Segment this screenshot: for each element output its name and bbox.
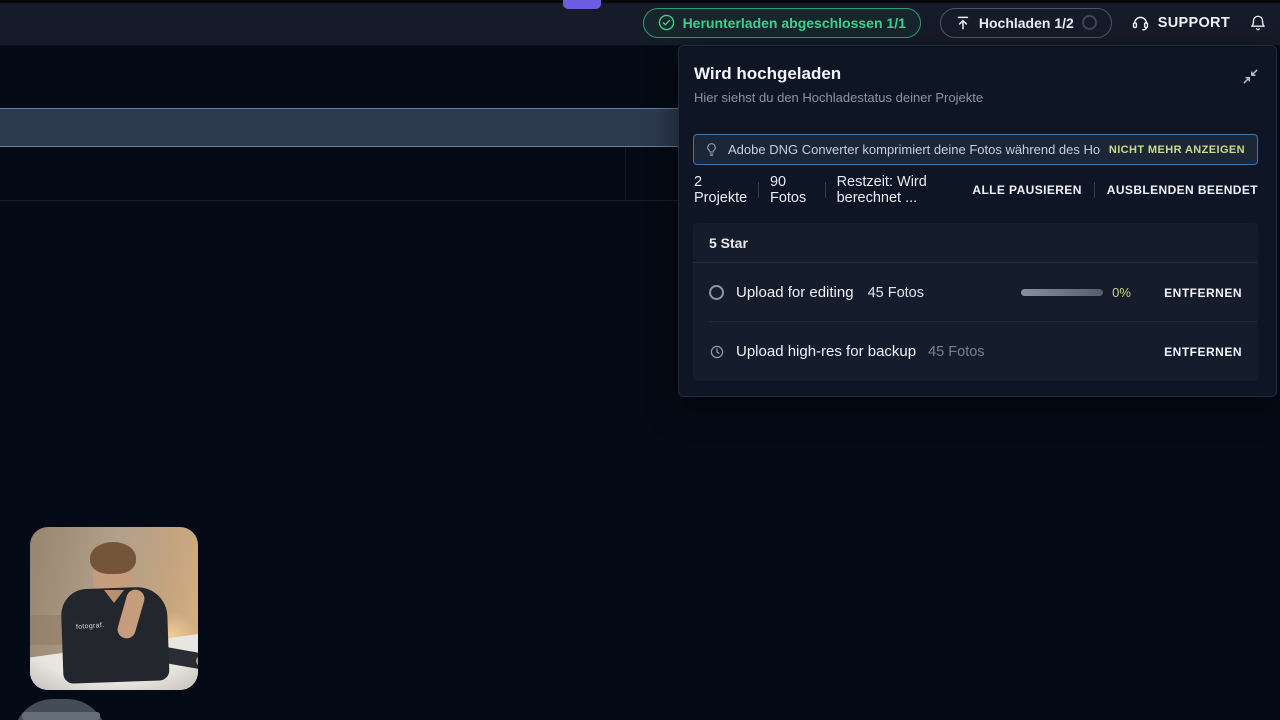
upload-summary-stats: 2 Projekte 90 Fotos Restzeit: Wird berec… — [694, 174, 972, 206]
upload-row-backup: Upload high-res for backup 45 Fotos ENTF… — [693, 322, 1258, 381]
tip-text: Adobe DNG Converter komprimiert deine Fo… — [728, 142, 1100, 157]
notifications-bell-icon[interactable] — [1249, 14, 1267, 32]
upload-name: Upload high-res for backup — [736, 343, 916, 360]
background-column-divider — [625, 147, 626, 201]
support-label: SUPPORT — [1158, 15, 1230, 31]
download-status-pill[interactable]: Herunterladen abgeschlossen 1/1 — [643, 8, 921, 38]
upload-status-label: Hochladen 1/2 — [979, 15, 1074, 31]
upload-photo-count: 45 Fotos — [928, 344, 984, 360]
app-window: Herunterladen abgeschlossen 1/1 Hochlade… — [0, 0, 1280, 720]
remove-upload-button[interactable]: ENTFERNEN — [1164, 345, 1242, 359]
upload-progress-percent: 0% — [1112, 285, 1138, 300]
support-button[interactable]: SUPPORT — [1131, 13, 1230, 32]
upload-status-pill[interactable]: Hochladen 1/2 — [940, 8, 1112, 38]
summary-time-remaining: Restzeit: Wird berechnet ... — [837, 174, 973, 206]
check-circle-icon — [658, 14, 675, 31]
upload-summary-row: 2 Projekte 90 Fotos Restzeit: Wird berec… — [694, 180, 1258, 200]
queued-clock-icon — [709, 344, 725, 360]
collapse-panel-icon[interactable] — [1240, 66, 1260, 86]
tip-banner: Adobe DNG Converter komprimiert deine Fo… — [693, 134, 1258, 165]
tip-dismiss-button[interactable]: NICHT MEHR ANZEIGEN — [1109, 144, 1245, 156]
uploading-spinner-icon — [709, 285, 724, 300]
background-divider — [0, 200, 678, 201]
remove-upload-button[interactable]: ENTFERNEN — [1164, 286, 1242, 300]
upload-name: Upload for editing — [736, 284, 854, 301]
project-group-card: 5 Star Upload for editing 45 Fotos 0% EN… — [693, 223, 1258, 381]
panel-title: Wird hochgeladen — [694, 64, 841, 84]
webcam-overlay: fotograf. — [30, 527, 198, 690]
topbar-actions: Herunterladen abgeschlossen 1/1 Hochlade… — [643, 7, 1267, 38]
separator — [1094, 182, 1095, 198]
headset-icon — [1131, 13, 1150, 32]
active-tab-indicator[interactable] — [563, 0, 601, 9]
upload-row-editing: Upload for editing 45 Fotos 0% ENTFERNEN — [693, 263, 1258, 322]
project-group-name: 5 Star — [693, 223, 1258, 263]
panel-subtitle: Hier siehst du den Hochladestatus deiner… — [694, 90, 983, 105]
separator — [758, 182, 759, 198]
upload-progress-bar — [1021, 289, 1103, 296]
upload-summary-actions: ALLE PAUSIEREN AUSBLENDEN BEENDET — [972, 182, 1258, 198]
upload-arrow-icon — [955, 15, 971, 31]
upload-photo-count: 45 Fotos — [868, 285, 924, 301]
upload-progress-ring-icon — [1082, 15, 1097, 30]
lightbulb-icon — [704, 142, 719, 157]
summary-projects: 2 Projekte — [694, 174, 747, 206]
separator — [825, 182, 826, 198]
upload-status-panel: Wird hochgeladen Hier siehst du den Hoch… — [678, 45, 1277, 397]
chair-back-top — [22, 712, 100, 720]
summary-photos: 90 Fotos — [770, 174, 814, 206]
download-status-label: Herunterladen abgeschlossen 1/1 — [683, 15, 906, 31]
background-selected-row — [0, 108, 678, 147]
webcam-vignette — [30, 527, 198, 690]
hide-finished-button[interactable]: AUSBLENDEN BEENDET — [1107, 183, 1258, 197]
pause-all-button[interactable]: ALLE PAUSIEREN — [972, 183, 1081, 197]
